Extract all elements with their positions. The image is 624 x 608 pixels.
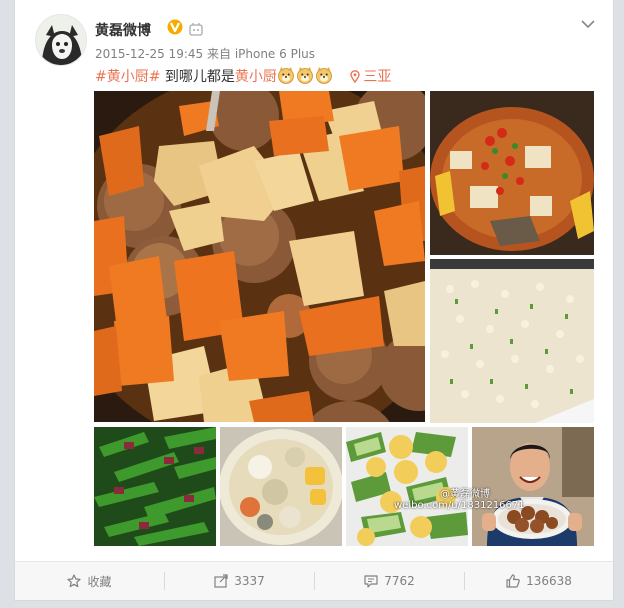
man-with-meatballs-photo[interactable] (472, 427, 594, 546)
verified-v-icon (167, 19, 183, 35)
avatar[interactable] (35, 14, 87, 66)
source-device[interactable]: iPhone 6 Plus (235, 47, 315, 61)
timestamp[interactable]: 2015-12-25 19:45 (95, 47, 203, 61)
repost-button[interactable]: 3337 (165, 562, 314, 600)
weibo-post-card: 黄磊微博 2015-12-25 19:45 来自 iPhone 6 Plus #… (14, 0, 614, 601)
post-text-mid: 到哪儿都是 (164, 69, 235, 85)
watermark-line2: weibo.com/u/1831216671 (394, 500, 525, 511)
location-pin-icon (350, 70, 361, 84)
like-count: 136638 (526, 574, 572, 588)
comment-count: 7762 (384, 574, 415, 588)
location-label: 三亚 (363, 69, 392, 85)
photo-grid: @黄磊微博 weibo.com/u/1831216671 (94, 91, 594, 546)
soup-photo[interactable] (220, 427, 342, 546)
snow-peas-sausage-photo[interactable] (94, 427, 216, 546)
comment-icon (364, 575, 378, 588)
fish-tofu-hotpot-photo[interactable] (430, 91, 594, 255)
repost-count: 3337 (234, 574, 265, 588)
doge-emoji-icon (315, 66, 333, 84)
star-icon (67, 574, 82, 588)
doge-emoji-icon (277, 66, 295, 84)
doge-emoji-icon (296, 66, 314, 84)
action-toolbar: 收藏 3337 7762 136638 (15, 561, 613, 600)
photo-watermark: @黄磊微博 weibo.com/u/1831216671 (394, 489, 525, 511)
location-link[interactable]: 三亚 (350, 69, 391, 85)
post-text: #黄小厨# 到哪儿都是黄小厨 三亚 (95, 66, 391, 86)
chevron-down-icon[interactable] (581, 14, 595, 29)
username[interactable]: 黄磊微博 (95, 20, 151, 40)
topic-link[interactable]: #黄小厨# (95, 69, 160, 85)
fried-rice-photo[interactable] (430, 259, 594, 423)
meatball-stew-photo[interactable] (94, 91, 425, 422)
member-level-icon[interactable] (189, 21, 203, 36)
comment-button[interactable]: 7762 (315, 562, 464, 600)
watermark-line1: @黄磊微博 (440, 489, 490, 500)
post-meta: 2015-12-25 19:45 来自 iPhone 6 Plus (95, 45, 315, 62)
favorite-label: 收藏 (87, 574, 112, 589)
repost-icon (214, 574, 228, 588)
like-button[interactable]: 136638 (465, 562, 613, 600)
source-prefix: 来自 (206, 47, 231, 61)
highlight-text[interactable]: 黄小厨 (235, 69, 277, 85)
favorite-button[interactable]: 收藏 (15, 562, 164, 600)
thumbs-up-icon (506, 574, 520, 588)
cucumber-egg-photo[interactable] (346, 427, 468, 546)
